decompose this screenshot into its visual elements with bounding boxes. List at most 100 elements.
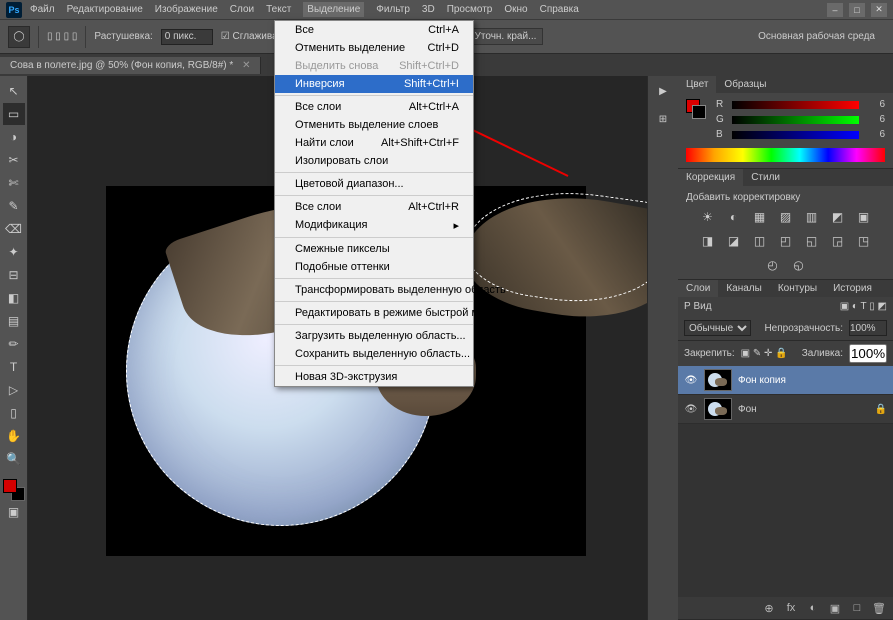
gradient-tool[interactable]: ✏ [3,333,25,355]
window-close[interactable]: ✕ [871,3,887,17]
menu-item[interactable]: Изолировать слои [275,152,473,170]
adj-icon[interactable]: ▦ [751,209,769,225]
marquee-tool[interactable]: ▭ [3,103,25,125]
menu-item[interactable]: ВсеCtrl+A [275,21,473,39]
feather-input[interactable] [161,29,213,45]
properties-icon[interactable]: ⊞ [654,110,672,128]
menu-item[interactable]: Найти слоиAlt+Shift+Ctrl+F [275,134,473,152]
menu-item[interactable]: Подобные оттенки [275,258,473,276]
menu-3d[interactable]: 3D [422,4,435,15]
document-tab[interactable]: Сова в полете.jpg @ 50% (Фон копия, RGB/… [0,57,261,74]
adj-icon[interactable]: ◩ [829,209,847,225]
menu-item[interactable]: Трансформировать выделенную область [275,281,473,299]
menu-item[interactable]: Цветовой диапазон... [275,175,473,193]
window-min[interactable]: – [827,3,843,17]
menu-help[interactable]: Справка [540,4,579,15]
pen-tool[interactable]: ▷ [3,379,25,401]
layer-thumb[interactable] [704,398,732,420]
shape-tool[interactable]: ▯ [3,402,25,424]
visibility-icon[interactable]: 👁 [684,375,698,386]
fill-input[interactable] [849,344,887,363]
quick-mask-icon[interactable]: ▣ [3,501,25,523]
adj-icon[interactable]: ◫ [751,233,769,249]
adj-icon[interactable]: ◪ [725,233,743,249]
adj-icon[interactable]: ◵ [790,257,808,273]
quick-select-tool[interactable]: ✂ [3,149,25,171]
menu-text[interactable]: Текст [266,4,291,15]
menu-item[interactable]: Отменить выделениеCtrl+D [275,39,473,57]
tab-close-icon[interactable]: ✕ [242,60,250,71]
filter-icons[interactable]: ▣ ◐ T ▯ ◩ [840,301,887,312]
r-slider[interactable] [732,101,859,109]
lasso-tool[interactable]: ◑ [3,126,25,148]
menu-file[interactable]: Файл [30,4,55,15]
tab-paths[interactable]: Контуры [770,280,825,297]
eyedropper-tool[interactable]: ✎ [3,195,25,217]
menu-item[interactable]: Новая 3D-экструзия [275,368,473,386]
lock-icons[interactable]: ▣ ✎ ✛ 🔒 [741,348,788,359]
blend-mode[interactable]: Обычные [684,320,751,336]
menu-item[interactable]: Сохранить выделенную область... [275,345,473,363]
menu-window[interactable]: Окно [504,4,527,15]
tab-history[interactable]: История [825,280,880,297]
type-tool[interactable]: T [3,356,25,378]
hand-tool[interactable]: ✋ [3,425,25,447]
layer-row[interactable]: 👁 Фон 🔒 [678,395,893,424]
refine-edge-button[interactable]: Уточн. край... [468,28,544,45]
spectrum-ramp[interactable] [686,148,885,162]
adj-icon[interactable]: ▥ [803,209,821,225]
adj-icon[interactable]: ◐ [725,209,743,225]
adj-icon[interactable]: ◳ [855,233,873,249]
opacity-input[interactable] [849,320,887,336]
tab-adjustments[interactable]: Коррекция [678,169,743,186]
adj-icon[interactable]: ◱ [803,233,821,249]
menu-item[interactable]: Все слоиAlt+Ctrl+R [275,198,473,216]
menu-layers[interactable]: Слои [230,4,254,15]
link-layers-icon[interactable]: ⊕ [761,601,777,615]
menu-item[interactable]: Смежные пикселы [275,240,473,258]
fx-icon[interactable]: fx [783,601,799,615]
brush-tool[interactable]: ✦ [3,241,25,263]
menu-item[interactable]: Редактировать в режиме быстрой маски [275,304,473,322]
color-chips[interactable] [3,479,25,501]
tab-channels[interactable]: Каналы [718,280,770,297]
tab-color[interactable]: Цвет [678,76,716,93]
zoom-tool[interactable]: 🔍 [3,448,25,470]
adjustment-layer-icon[interactable]: ▣ [827,601,843,615]
layer-thumb[interactable] [704,369,732,391]
stamp-tool[interactable]: ⊟ [3,264,25,286]
tab-swatches[interactable]: Образцы [716,76,774,93]
menu-item[interactable]: Отменить выделение слоев [275,116,473,134]
tab-layers[interactable]: Слои [678,280,718,297]
history-brush-tool[interactable]: ◧ [3,287,25,309]
menu-item[interactable]: ИнверсияShift+Ctrl+I [275,75,473,93]
mask-icon[interactable]: ◐ [805,601,821,615]
eraser-tool[interactable]: ▤ [3,310,25,332]
move-tool[interactable]: ↖ [3,80,25,102]
workspace-switcher[interactable]: Основная рабочая среда [748,29,885,44]
adj-icon[interactable]: ☀ [699,209,717,225]
b-slider[interactable] [732,131,859,139]
crop-tool[interactable]: ✄ [3,172,25,194]
menu-item[interactable]: Загрузить выделенную область... [275,327,473,345]
color-chips-panel[interactable] [686,99,706,119]
menu-select[interactable]: Выделение [303,2,364,17]
healing-tool[interactable]: ⌫ [3,218,25,240]
menu-filter[interactable]: Фильтр [376,4,410,15]
window-max[interactable]: □ [849,3,865,17]
adj-icon[interactable]: ▨ [777,209,795,225]
adj-icon[interactable]: ◲ [829,233,847,249]
selection-mode-icons[interactable]: ▯ ▯ ▯ ▯ [47,31,77,42]
tool-preset-icon[interactable]: ◯ [8,26,30,48]
adj-icon[interactable]: ◰ [777,233,795,249]
layer-name[interactable]: Фон копия [738,375,786,386]
adj-icon[interactable]: ▣ [855,209,873,225]
layer-row[interactable]: 👁 Фон копия [678,366,893,395]
layer-name[interactable]: Фон [738,404,757,415]
menu-view[interactable]: Просмотр [447,4,493,15]
tab-styles[interactable]: Стили [743,169,788,186]
filter-kind[interactable]: Р Вид [684,301,712,312]
play-icon[interactable]: ▶ [654,82,672,100]
visibility-icon[interactable]: 👁 [684,404,698,415]
adj-icon[interactable]: ◨ [699,233,717,249]
